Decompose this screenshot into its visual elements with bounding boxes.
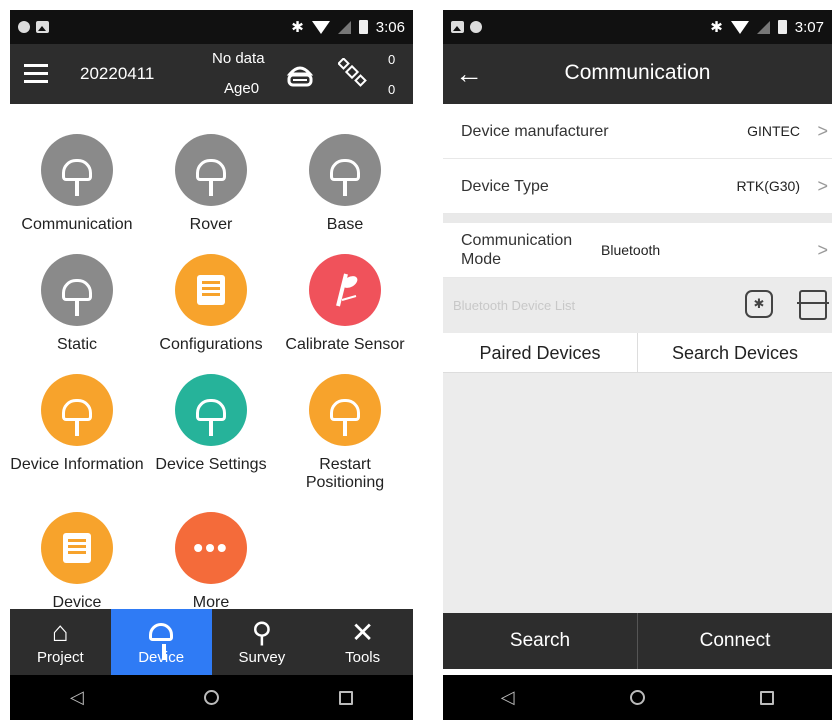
receiver-icon[interactable] — [286, 60, 314, 95]
notification-dot-icon — [18, 21, 30, 33]
satellite-count-visible: 0 — [388, 82, 396, 97]
tile-more[interactable]: ••• More — [144, 512, 278, 612]
signal-icon — [337, 20, 351, 34]
satellite-count-used: 0 — [388, 52, 396, 67]
device-manufacturer-value: GINTEC — [747, 123, 800, 139]
tile-rover[interactable]: Rover — [144, 134, 278, 234]
bluetooth-settings-icon[interactable]: ✱ — [745, 290, 773, 318]
system-nav-bar: ◁ — [10, 675, 413, 720]
back-nav-icon[interactable]: ◁ — [70, 687, 84, 708]
rover-icon — [175, 134, 247, 206]
communication-mode-value: Bluetooth — [601, 242, 661, 258]
home-nav-icon[interactable] — [629, 690, 645, 705]
home-nav-icon[interactable] — [203, 690, 219, 705]
project-title: 20220411 — [80, 64, 155, 83]
configurations-icon — [175, 254, 247, 326]
chevron-right-icon: > — [817, 175, 828, 196]
tile-device[interactable]: Device — [10, 512, 144, 612]
status-bar: ✱ 3:06 — [10, 10, 413, 44]
chevron-right-icon: > — [817, 120, 828, 141]
system-nav-bar: ◁ — [443, 675, 832, 720]
device-list — [443, 373, 832, 613]
tile-restart-positioning[interactable]: Restart Positioning — [278, 374, 412, 492]
static-icon — [41, 254, 113, 326]
tile-device-information[interactable]: Device Information — [10, 374, 144, 474]
back-nav-icon[interactable]: ◁ — [501, 687, 515, 708]
connect-button[interactable]: Connect — [637, 613, 832, 669]
solution-status: No data — [212, 50, 265, 67]
device-type-value: RTK(G30) — [736, 178, 800, 194]
device-screen: ✱ 3:06 20220411 No data Age0 0 0 Communi… — [10, 10, 413, 720]
bottom-nav: ⌂ Project Device ⚲ Survey ✕ Tools — [10, 609, 413, 675]
nav-device[interactable]: Device — [110, 609, 212, 675]
device-settings-icon — [175, 374, 247, 446]
tile-device-settings[interactable]: Device Settings — [144, 374, 278, 474]
nav-tools[interactable]: ✕ Tools — [312, 609, 413, 675]
bluetooth-device-list-label: Bluetooth Device List — [453, 298, 576, 313]
status-bar: ✱ 3:07 — [443, 10, 832, 44]
search-button[interactable]: Search — [443, 613, 637, 669]
status-time: 3:06 — [375, 18, 405, 36]
tools-icon: ✕ — [350, 616, 375, 648]
battery-icon — [777, 20, 787, 34]
recents-nav-icon[interactable] — [338, 690, 353, 705]
tab-search-devices[interactable]: Search Devices — [637, 333, 832, 372]
app-bar: ← Communication — [443, 44, 832, 104]
app-bar: 20220411 No data Age0 0 0 — [10, 44, 413, 104]
bluetooth-device-list-header: Bluetooth Device List ✱ — [443, 278, 832, 333]
device-tabs: Paired Devices Search Devices — [443, 333, 832, 373]
bluetooth-icon: ✱ — [291, 19, 304, 36]
device-type-row[interactable]: Device Type RTK(G30) > — [443, 159, 832, 214]
tile-calibrate-sensor[interactable]: Calibrate Sensor — [278, 254, 412, 354]
communication-mode-label: Communication Mode — [461, 232, 573, 268]
device-type-label: Device Type — [461, 177, 549, 195]
age-value: Age0 — [224, 80, 260, 97]
home-icon: ⌂ — [51, 616, 69, 647]
device-icon — [111, 615, 212, 660]
tile-static[interactable]: Static — [10, 254, 144, 354]
status-time: 3:07 — [794, 18, 824, 36]
device-manufacturer-row[interactable]: Device manufacturer GINTEC > — [443, 104, 832, 159]
recents-nav-icon[interactable] — [760, 690, 775, 705]
section-divider — [443, 214, 832, 223]
device-information-icon — [41, 374, 113, 446]
communication-mode-row[interactable]: Communication Mode Bluetooth > — [443, 223, 832, 278]
bluetooth-icon: ✱ — [710, 19, 723, 36]
restart-positioning-icon — [309, 374, 381, 446]
image-icon — [451, 21, 464, 33]
calibrate-sensor-icon — [309, 254, 381, 326]
nav-project[interactable]: ⌂ Project — [10, 609, 111, 675]
device-manufacturer-label: Device manufacturer — [461, 122, 609, 140]
page-title: Communication — [564, 61, 711, 84]
device-register-icon — [41, 512, 113, 584]
satellite-icon[interactable] — [337, 57, 368, 95]
image-icon — [36, 21, 49, 33]
nav-survey[interactable]: ⚲ Survey — [212, 609, 313, 675]
wifi-icon — [311, 20, 330, 34]
base-icon — [309, 134, 381, 206]
scan-qr-icon[interactable] — [797, 290, 829, 320]
more-icon: ••• — [175, 512, 247, 584]
communication-screen: ✱ 3:07 ← Communication Device manufactur… — [443, 10, 832, 720]
tile-communication[interactable]: Communication — [10, 134, 144, 234]
communication-icon — [41, 134, 113, 206]
tab-paired-devices[interactable]: Paired Devices — [443, 333, 637, 372]
chevron-right-icon: > — [817, 239, 828, 260]
battery-icon — [358, 20, 368, 34]
tile-base[interactable]: Base — [278, 134, 412, 234]
signal-icon — [756, 20, 770, 34]
device-function-grid: Communication Rover Base Static Configur… — [10, 104, 413, 612]
action-bar: Search Connect — [443, 613, 832, 669]
tile-configurations[interactable]: Configurations — [144, 254, 278, 354]
wifi-icon — [730, 20, 749, 34]
notification-dot-icon — [470, 21, 482, 33]
menu-icon[interactable] — [24, 64, 48, 83]
survey-icon: ⚲ — [251, 616, 273, 648]
